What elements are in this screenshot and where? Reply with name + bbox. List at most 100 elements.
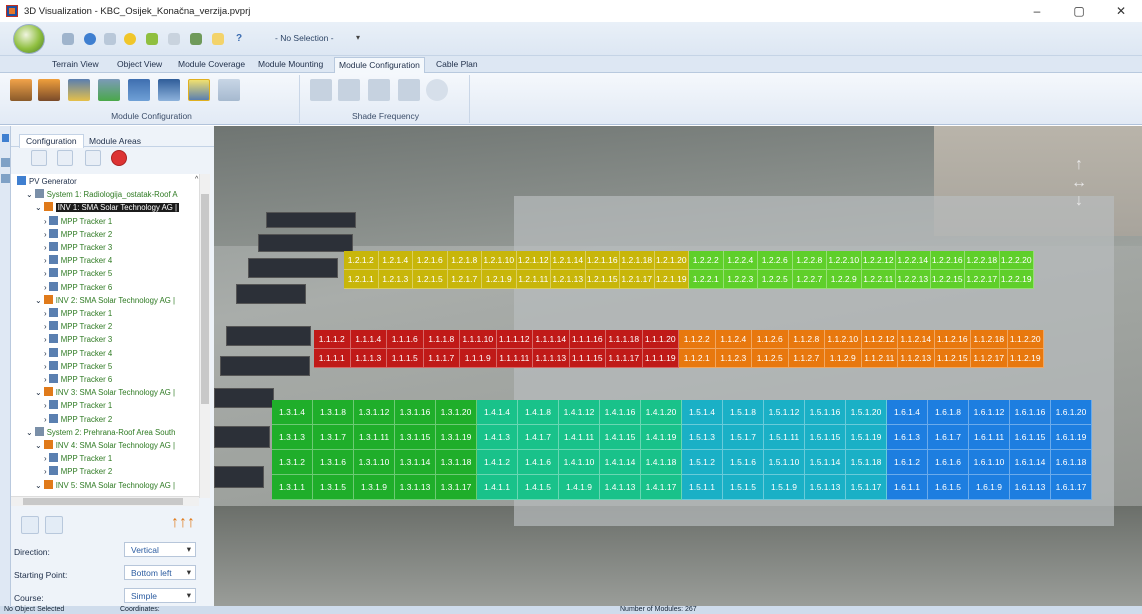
chevron-down-icon[interactable]: ▾ <box>356 33 360 42</box>
pv-module[interactable]: 1.2.2.18 <box>965 251 1000 270</box>
pv-module[interactable]: 1.1.1.12 <box>496 330 533 349</box>
pv-module[interactable]: 1.2.1.20 <box>654 251 689 270</box>
panel-tilt-icon[interactable] <box>158 79 180 101</box>
pv-module[interactable]: 1.1.2.2 <box>679 330 716 349</box>
panel-light-icon[interactable] <box>218 79 240 101</box>
pv-module[interactable]: 1.2.1.19 <box>654 270 689 289</box>
pv-module[interactable]: 1.1.2.14 <box>898 330 935 349</box>
pv-module[interactable]: 1.2.1.3 <box>378 270 413 289</box>
pv-module[interactable]: 1.2.1.8 <box>447 251 482 270</box>
pv-module[interactable]: 1.4.1.3 <box>477 425 518 450</box>
pv-module[interactable]: 1.6.1.19 <box>1051 425 1092 450</box>
pv-module[interactable]: 1.3.1.7 <box>313 425 354 450</box>
pv-module[interactable]: 1.4.1.8 <box>518 400 559 425</box>
pv-module[interactable]: 1.4.1.18 <box>641 450 682 475</box>
pv-module[interactable]: 1.6.1.15 <box>1010 425 1051 450</box>
pv-module[interactable]: 1.5.1.6 <box>723 450 764 475</box>
pv-module[interactable]: 1.6.1.12 <box>969 400 1010 425</box>
pv-module[interactable]: 1.2.2.6 <box>758 251 793 270</box>
pv-module[interactable]: 1.1.2.4 <box>715 330 752 349</box>
pv-module[interactable]: 1.2.1.11 <box>516 270 551 289</box>
pv-module[interactable]: 1.1.2.16 <box>934 330 971 349</box>
tree-vertical-scrollbar[interactable] <box>199 174 210 498</box>
pv-module[interactable]: 1.2.1.4 <box>378 251 413 270</box>
pv-module[interactable]: 1.1.2.1 <box>679 349 716 368</box>
expand-icon[interactable] <box>1 158 10 167</box>
pv-module[interactable]: 1.2.2.9 <box>827 270 862 289</box>
pv-module[interactable]: 1.2.1.18 <box>620 251 655 270</box>
pv-module[interactable]: 1.1.1.2 <box>314 330 351 349</box>
pv-module[interactable]: 1.1.2.18 <box>971 330 1008 349</box>
pv-module[interactable]: 1.1.1.18 <box>606 330 643 349</box>
pv-module[interactable]: 1.3.1.19 <box>436 425 477 450</box>
pv-module[interactable]: 1.5.1.8 <box>723 400 764 425</box>
shade-sphere-icon[interactable] <box>426 79 448 101</box>
tree-node[interactable]: ⌄ INV 5: SMA Solar Technology AG | <box>35 479 175 491</box>
application-menu-button[interactable] <box>13 24 45 54</box>
pv-module[interactable]: 1.6.1.13 <box>1010 475 1051 500</box>
module-icon[interactable] <box>146 33 158 45</box>
pv-module[interactable]: 1.2.1.13 <box>551 270 586 289</box>
help-icon[interactable]: ? <box>236 33 248 45</box>
tree-node[interactable]: › MPP Tracker 2 <box>44 321 112 332</box>
pv-module[interactable]: 1.3.1.9 <box>354 475 395 500</box>
pv-module[interactable]: 1.5.1.4 <box>682 400 723 425</box>
pv-module[interactable]: 1.2.1.10 <box>482 251 517 270</box>
pv-module[interactable]: 1.2.1.15 <box>585 270 620 289</box>
minimize-button[interactable]: – <box>1016 0 1058 22</box>
pv-module[interactable]: 1.1.1.1 <box>314 349 351 368</box>
pv-module[interactable]: 1.5.1.12 <box>764 400 805 425</box>
pv-module[interactable]: 1.6.1.6 <box>928 450 969 475</box>
pv-module[interactable]: 1.2.2.10 <box>827 251 862 270</box>
close-button[interactable]: ✕ <box>1100 0 1142 22</box>
pv-module[interactable]: 1.1.1.17 <box>606 349 643 368</box>
tool-icon[interactable] <box>104 33 116 45</box>
navigation-arrows-icon[interactable]: ↑ ↔ ↓ <box>1064 156 1094 216</box>
pv-module[interactable]: 1.4.1.20 <box>641 400 682 425</box>
pv-module[interactable]: 1.2.2.1 <box>689 270 724 289</box>
chevron-down-icon[interactable]: ⌄ <box>35 388 44 397</box>
pv-module[interactable]: 1.2.1.16 <box>585 251 620 270</box>
pv-module[interactable]: 1.6.1.2 <box>887 450 928 475</box>
pv-module[interactable]: 1.1.2.7 <box>788 349 825 368</box>
pv-module[interactable]: 1.6.1.14 <box>1010 450 1051 475</box>
pv-module[interactable]: 1.5.1.3 <box>682 425 723 450</box>
tree-node[interactable]: › MPP Tracker 3 <box>44 334 112 345</box>
pv-module[interactable]: 1.1.2.5 <box>752 349 789 368</box>
selection-dropdown[interactable]: - No Selection - <box>275 33 334 43</box>
pv-module[interactable]: 1.6.1.4 <box>887 400 928 425</box>
chevron-down-icon[interactable]: ⌄ <box>35 481 44 490</box>
pv-module[interactable]: 1.6.1.5 <box>928 475 969 500</box>
panel-toggle-icon[interactable] <box>2 134 9 142</box>
pv-module[interactable]: 1.1.2.10 <box>825 330 862 349</box>
3d-viewport[interactable]: ↑ ↔ ↓ 1.2.1.2 1.2.1.4 1.2.1.6 1.2.1.8 1.2.1.10… <box>214 126 1142 606</box>
pv-module[interactable]: 1.3.1.13 <box>395 475 436 500</box>
pv-module[interactable]: 1.2.1.9 <box>482 270 517 289</box>
pv-module[interactable]: 1.1.2.20 <box>1007 330 1044 349</box>
tree-node[interactable]: › MPP Tracker 1 <box>44 308 112 319</box>
pv-module[interactable]: 1.5.1.18 <box>846 450 887 475</box>
tree-node[interactable]: › MPP Tracker 1 <box>44 400 112 411</box>
chevron-down-icon[interactable]: ⌄ <box>26 428 35 437</box>
tab-terrain-view[interactable]: Terrain View <box>52 59 99 69</box>
add-module-icon[interactable] <box>31 150 47 166</box>
tree-node[interactable]: › MPP Tracker 6 <box>44 281 112 293</box>
pv-module[interactable]: 1.5.1.13 <box>805 475 846 500</box>
tab-object-view[interactable]: Object View <box>117 59 162 69</box>
pv-module[interactable]: 1.6.1.8 <box>928 400 969 425</box>
chevron-down-icon[interactable]: ⌄ <box>35 441 44 450</box>
string-icon[interactable] <box>68 79 90 101</box>
pv-module[interactable]: 1.1.2.9 <box>825 349 862 368</box>
pv-module[interactable]: 1.4.1.6 <box>518 450 559 475</box>
pv-module[interactable]: 1.5.1.19 <box>846 425 887 450</box>
tree-node[interactable]: › MPP Tracker 2 <box>44 228 112 240</box>
maximize-button[interactable]: ▢ <box>1058 0 1100 22</box>
pv-module[interactable]: 1.1.1.9 <box>460 349 497 368</box>
delete-icon[interactable] <box>111 150 127 166</box>
house-string-icon[interactable] <box>38 79 60 101</box>
pv-module[interactable]: 1.1.1.7 <box>423 349 460 368</box>
tree-node[interactable]: ⌄ System 1: Radiologija_ostatak-Roof A <box>26 189 178 200</box>
pv-module[interactable]: 1.2.2.17 <box>965 270 1000 289</box>
starting-point-select[interactable]: Bottom left <box>124 565 196 580</box>
pv-module[interactable]: 1.5.1.2 <box>682 450 723 475</box>
